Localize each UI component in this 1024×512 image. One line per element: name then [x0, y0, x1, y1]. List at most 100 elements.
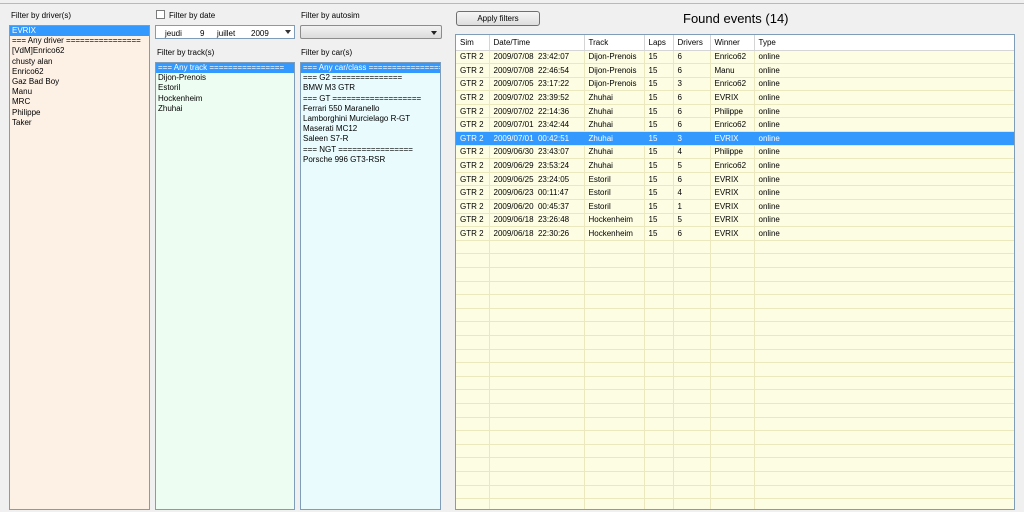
drivers-listbox[interactable]: EVRIX === Any driver ================ [VdM…: [9, 25, 150, 510]
driver-list-item[interactable]: chusty alan: [10, 57, 149, 67]
table-row[interactable]: GTR 2 2009/07/02 23:39:52 Zhuhai 15 6 EVRIX on…: [456, 90, 1014, 105]
empty-cell: [754, 240, 1014, 255]
table-cell: 15: [644, 131, 674, 146]
empty-cell: [456, 417, 490, 432]
empty-cell: [456, 444, 490, 459]
empty-cell: [489, 376, 585, 391]
empty-cell: [754, 471, 1014, 486]
column-header[interactable]: Winner: [710, 35, 755, 51]
column-header[interactable]: Type: [754, 35, 1014, 51]
car-list-item[interactable]: Saleen S7-R: [301, 134, 440, 144]
autosim-filter-label: Filter by autosim: [301, 11, 360, 20]
cars-listbox[interactable]: === Any car/class ================ === G2…: [300, 62, 441, 510]
empty-cell: [673, 362, 711, 377]
table-cell: Zhuhai: [584, 145, 645, 160]
empty-cell: [584, 417, 645, 432]
empty-row: [456, 430, 1014, 445]
car-list-item[interactable]: === GT ===================: [301, 94, 440, 104]
driver-list-item[interactable]: Taker: [10, 118, 149, 128]
car-list-item[interactable]: Ferrari 550 Maranello: [301, 104, 440, 114]
table-row[interactable]: GTR 2 2009/06/30 23:43:07 Zhuhai 15 4 Philipp…: [456, 145, 1014, 160]
empty-cell: [710, 335, 755, 350]
empty-cell: [754, 485, 1014, 500]
top-divider: [0, 3, 1024, 4]
table-row[interactable]: GTR 2 2009/06/18 22:30:26 Hockenheim 15 6 EVR…: [456, 226, 1014, 241]
table-row[interactable]: GTR 2 2009/07/01 00:42:51 Zhuhai 15 3 EVRIX on…: [456, 131, 1014, 146]
empty-row: [456, 349, 1014, 364]
car-list-item[interactable]: Lamborghini Murcielago R-GT: [301, 114, 440, 124]
driver-list-item[interactable]: MRC: [10, 97, 149, 107]
empty-cell: [673, 457, 711, 472]
table-cell: online: [754, 226, 1014, 241]
car-list-item[interactable]: === G2 ===============: [301, 73, 440, 83]
empty-cell: [673, 253, 711, 268]
drivers-filter-label: Filter by driver(s): [11, 11, 72, 20]
driver-list-item[interactable]: Enrico62: [10, 67, 149, 77]
table-row[interactable]: GTR 2 2009/06/25 23:24:05 Estoril 15 6 EVRIX o…: [456, 172, 1014, 187]
car-list-item[interactable]: === Any car/class ================: [301, 63, 440, 74]
driver-list-item[interactable]: [VdM]Enrico62: [10, 46, 149, 56]
table-cell: Zhuhai: [584, 104, 645, 119]
table-row[interactable]: GTR 2 2009/07/08 23:42:07 Dijon-Prenois 15 6…: [456, 50, 1014, 65]
table-cell: 2009/07/05 23:17:22: [489, 77, 585, 92]
column-header[interactable]: Date/Time: [489, 35, 585, 51]
empty-cell: [710, 281, 755, 296]
column-header[interactable]: Track: [584, 35, 645, 51]
table-row[interactable]: GTR 2 2009/06/18 23:26:48 Hockenheim 15 5 EVR…: [456, 213, 1014, 228]
table-row[interactable]: GTR 2 2009/06/29 23:53:24 Zhuhai 15 5 Enrico6…: [456, 158, 1014, 173]
column-header[interactable]: Laps: [644, 35, 674, 51]
table-cell: 2009/06/29 23:53:24: [489, 158, 585, 173]
empty-cell: [584, 308, 645, 323]
date-filter-checkbox[interactable]: [156, 10, 165, 19]
empty-cell: [644, 308, 674, 323]
table-cell: 6: [673, 117, 711, 133]
table-row[interactable]: GTR 2 2009/07/02 22:14:36 Zhuhai 15 6 Philipp…: [456, 104, 1014, 119]
empty-cell: [673, 281, 711, 296]
track-list-item[interactable]: === Any track ================: [156, 63, 294, 74]
table-cell: 15: [644, 77, 674, 92]
empty-cell: [489, 362, 585, 377]
table-cell: GTR 2: [456, 213, 490, 228]
table-row[interactable]: GTR 2 2009/07/08 22:46:54 Dijon-Prenois 15 6…: [456, 63, 1014, 78]
empty-cell: [644, 267, 674, 282]
events-table[interactable]: Sim Date/Time Track Laps Drivers Winner Type G…: [455, 34, 1015, 510]
empty-cell: [584, 349, 645, 364]
table-cell: GTR 2: [456, 131, 490, 146]
driver-list-item[interactable]: EVRIX: [10, 26, 149, 37]
track-list-item[interactable]: Hockenheim: [156, 94, 294, 104]
car-list-item[interactable]: Porsche 996 GT3-RSR: [301, 155, 440, 165]
empty-cell: [673, 430, 711, 445]
table-row[interactable]: GTR 2 2009/07/05 23:17:22 Dijon-Prenois 15 3…: [456, 77, 1014, 92]
driver-list-item[interactable]: Gaz Bad Boy: [10, 77, 149, 87]
empty-row: [456, 417, 1014, 432]
table-cell: 2009/07/02 22:14:36: [489, 104, 585, 119]
driver-list-item[interactable]: Manu: [10, 87, 149, 97]
empty-row: [456, 267, 1014, 282]
empty-cell: [489, 294, 585, 309]
table-cell: GTR 2: [456, 145, 490, 160]
empty-cell: [673, 389, 711, 404]
table-row[interactable]: GTR 2 2009/06/23 00:11:47 Estoril 15 4 EVRIX o…: [456, 185, 1014, 201]
column-header[interactable]: Sim: [456, 35, 490, 51]
autosim-dropdown[interactable]: [300, 25, 442, 39]
column-header[interactable]: Drivers: [673, 35, 711, 51]
table-cell: 15: [644, 104, 674, 119]
track-list-item[interactable]: Estoril: [156, 83, 294, 93]
table-cell: online: [754, 185, 1014, 201]
table-cell: 6: [673, 50, 711, 65]
apply-filters-button[interactable]: Apply filters: [456, 11, 540, 26]
track-list-item[interactable]: Dijon-Prenois: [156, 73, 294, 83]
table-row[interactable]: GTR 2 2009/06/20 00:45:37 Estoril 15 1 EVRIX o…: [456, 199, 1014, 214]
track-list-item[interactable]: Zhuhai: [156, 104, 294, 114]
car-list-item[interactable]: Maserati MC12: [301, 124, 440, 134]
table-row[interactable]: GTR 2 2009/07/01 23:42:44 Zhuhai 15 6 Enrico6…: [456, 117, 1014, 133]
tracks-listbox[interactable]: === Any track ================ Dijon-Pren…: [155, 62, 295, 510]
car-list-item[interactable]: BMW M3 GTR: [301, 83, 440, 93]
car-list-item[interactable]: === NGT ================: [301, 145, 440, 155]
driver-list-item[interactable]: === Any driver ================: [10, 36, 149, 46]
date-picker[interactable]: jeudi 9 juillet 2009: [155, 25, 295, 39]
table-cell: 15: [644, 117, 674, 133]
table-cell: 1: [673, 199, 711, 214]
table-cell: GTR 2: [456, 63, 490, 78]
driver-list-item[interactable]: Philippe: [10, 108, 149, 118]
